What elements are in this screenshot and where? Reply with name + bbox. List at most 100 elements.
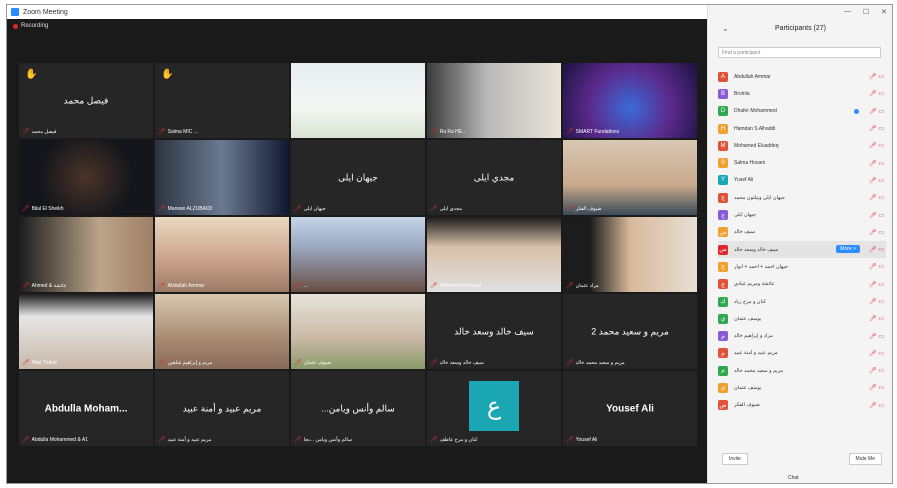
- video-tile[interactable]: مريم عبيد و أمنة عبيد 🎤︎ مريم عبيد و أمنة …: [155, 371, 289, 446]
- minimize-icon[interactable]: —: [844, 8, 851, 16]
- participant-row[interactable]: ض ضيوف الفكر 🎤︎ ▭: [718, 397, 886, 414]
- muted-mic-icon[interactable]: 🎤︎ ▭: [862, 263, 884, 270]
- muted-mic-icon[interactable]: 🎤︎ ▭: [862, 108, 884, 115]
- muted-mic-icon[interactable]: 🎤︎ ▭: [862, 142, 884, 149]
- tile-name-text: Salma MIC ...: [167, 128, 198, 135]
- participant-video: [19, 217, 153, 292]
- video-tile[interactable]: 🎤︎ Hilal Trubisi: [19, 294, 153, 369]
- more-button[interactable]: More >: [836, 244, 860, 253]
- raised-hand-icon: ✋: [25, 69, 38, 80]
- muted-mic-icon[interactable]: 🎤︎ ▭: [862, 90, 884, 97]
- participant-row[interactable]: ج جيهان ايلى وبيلتون محمد 🎤︎ ▭: [718, 189, 886, 206]
- muted-mic-icon[interactable]: 🎤︎ ▭: [862, 73, 884, 80]
- participant-video: [563, 140, 697, 215]
- video-tile[interactable]: ✋ 🎤︎ Salma MIC ...: [155, 63, 289, 138]
- video-tile[interactable]: Yousef Ali 🎤︎ Yousef Ali: [563, 371, 697, 446]
- search-input[interactable]: Find a participant: [718, 47, 881, 58]
- window-title: Zoom Meeting: [23, 8, 68, 16]
- video-tile[interactable]: ع 🎤︎ كنان و مرح عاطف: [427, 371, 561, 446]
- mute-me-button[interactable]: Mute Me: [848, 453, 882, 465]
- video-tile[interactable]: 🎤︎ Ra Ra HE...: [427, 63, 561, 138]
- chat-button[interactable]: Chat: [788, 475, 799, 481]
- participant-video: [19, 140, 153, 215]
- video-tile[interactable]: 🎤︎ Ahmed & عائشة: [19, 217, 153, 292]
- recording-indicator[interactable]: Recording: [13, 23, 48, 29]
- participant-row[interactable]: م مريم عبيد و أمنة عبيد 🎤︎ ▭: [718, 345, 886, 362]
- avatar: H: [718, 123, 728, 134]
- muted-mic-icon[interactable]: 🎤︎ ▭: [862, 246, 884, 253]
- muted-mic-icon[interactable]: 🎤︎ ▭: [862, 281, 884, 288]
- video-gallery: ✋ فيصل محمد 🎤︎ فيصل محمد ✋ 🎤︎ Salma MIC ... 🎤︎ R…: [19, 63, 697, 446]
- tile-name-label: 🎤︎ مريم و سعيد محمد خالد: [566, 359, 625, 367]
- video-tile[interactable]: 🎤︎ Abdullah Ammar: [155, 217, 289, 292]
- video-tile[interactable]: 🎤︎ مريم و إبراهيم شاهين: [155, 294, 289, 369]
- muted-mic-icon: 🎤︎: [566, 360, 574, 366]
- invite-button[interactable]: Invite: [722, 453, 748, 465]
- participant-row[interactable]: Y Yusef Ali 🎤︎ ▭: [718, 172, 886, 189]
- video-tile[interactable]: مريم و سعيد محمد 2 🎤︎ مريم و سعيد محمد خال…: [563, 294, 697, 369]
- video-tile[interactable]: 🎤︎ Marwan ALZUBAIDI: [155, 140, 289, 215]
- muted-mic-icon[interactable]: 🎤︎ ▭: [862, 177, 884, 184]
- muted-mic-icon[interactable]: 🎤︎ ▭: [862, 229, 884, 236]
- participant-row[interactable]: M Mohamed Elsaddeq 🎤︎ ▭: [718, 137, 886, 154]
- participant-row[interactable]: م مريم و سعيد محمد خالد 🎤︎ ▭: [718, 362, 886, 379]
- video-tile[interactable]: 🎤︎ Bilal El Sheikh: [19, 140, 153, 215]
- participant-row[interactable]: ي يوسف عثمان 🎤︎ ▭: [718, 310, 886, 327]
- tile-name-text: كنان و مرح عاطف: [439, 436, 478, 443]
- muted-mic-icon[interactable]: 🎤︎ ▭: [862, 402, 884, 409]
- muted-mic-icon[interactable]: 🎤︎ ▭: [862, 160, 884, 167]
- participant-row[interactable]: D Dhafer Mohammed 🎤︎ ▭: [718, 103, 886, 120]
- participant-name: جيهان ايلى وبيلتون محمد: [734, 194, 786, 201]
- participant-name: سيف خالد: [734, 229, 756, 236]
- tile-name-label: 🎤︎ Salma MIC ...: [158, 128, 198, 136]
- video-tile[interactable]: مجدي ايلى 🎤︎ مجدي ايلى: [427, 140, 561, 215]
- video-tile[interactable]: 🎤︎ SMART Fundations: [563, 63, 697, 138]
- tile-name-label: 🎤︎ Abdullah Ammar: [158, 282, 205, 290]
- tile-name-text: ضيوف الفكر: [575, 205, 602, 212]
- video-tile[interactable]: Abdulla Moham... 🎤︎ Abdulla Mohammed & A1: [19, 371, 153, 446]
- video-tile[interactable]: جيهان ايلى 🎤︎ جيهان ايلى: [291, 140, 425, 215]
- tile-name-label: 🎤︎ Abdulla Mohammed & A1: [22, 436, 88, 444]
- tile-name-text: Ahmed & عائشة: [31, 282, 67, 289]
- muted-mic-icon[interactable]: 🎤︎ ▭: [862, 194, 884, 201]
- participant-row[interactable]: س سيف خالد 🎤︎ ▭: [718, 224, 886, 241]
- participant-row[interactable]: ج جيهان احمد + احمد + انوار 🎤︎ ▭: [718, 258, 886, 275]
- participant-row[interactable]: ع عائشة ومريم عيادي 🎤︎ ▭: [718, 276, 886, 293]
- participant-row[interactable]: H Hamdan S Alhaddi 🎤︎ ▭: [718, 120, 886, 137]
- video-tile[interactable]: [291, 63, 425, 138]
- muted-mic-icon[interactable]: 🎤︎ ▭: [862, 315, 884, 322]
- participant-row[interactable]: ي يوسف عثمان 🎤︎ ▭: [718, 379, 886, 396]
- participant-list: A Abdullah Ammar 🎤︎ ▭ B Brolnla 🎤︎ ▭ D Dhafer M…: [718, 68, 886, 414]
- muted-mic-icon[interactable]: 🎤︎ ▭: [862, 367, 884, 374]
- participant-row[interactable]: ج جيهان ايلى 🎤︎ ▭: [718, 206, 886, 223]
- muted-mic-icon[interactable]: 🎤︎ ▭: [862, 333, 884, 340]
- video-tile[interactable]: ✋ فيصل محمد 🎤︎ فيصل محمد: [19, 63, 153, 138]
- participant-row[interactable]: A Abdullah Ammar 🎤︎ ▭: [718, 68, 886, 85]
- tile-name-text: Abdullah Ammar: [167, 282, 205, 289]
- maximize-icon[interactable]: ☐: [863, 8, 869, 16]
- participant-row[interactable]: ك كنان و مرح زياد 🎤︎ ▭: [718, 293, 886, 310]
- panel-footer: Invite Mute Me: [722, 453, 882, 465]
- participant-row[interactable]: B Brolnla 🎤︎ ▭: [718, 85, 886, 102]
- participant-display-name: مجدي ايلى: [473, 172, 515, 182]
- video-tile[interactable]: 🎤︎ ضيوف الفكر: [563, 140, 697, 215]
- participant-row[interactable]: س سيف خالد وسعد خالد More > 🎤︎ ▭: [718, 240, 886, 259]
- participant-display-name: Yousef Ali: [606, 403, 654, 414]
- muted-mic-icon[interactable]: 🎤︎ ▭: [862, 298, 884, 305]
- close-icon[interactable]: ✕: [881, 8, 887, 16]
- participant-name: Abdullah Ammar: [734, 73, 771, 80]
- muted-mic-icon[interactable]: 🎤︎ ▭: [862, 125, 884, 132]
- video-tile[interactable]: 🎤︎ مراد عثمان: [563, 217, 697, 292]
- muted-mic-icon[interactable]: 🎤︎ ▭: [862, 350, 884, 357]
- muted-mic-icon[interactable]: 🎤︎ ▭: [862, 212, 884, 219]
- participant-display-name: Abdulla Moham...: [44, 403, 128, 414]
- video-tile[interactable]: 🎤︎ Mohamed Elsayed: [427, 217, 561, 292]
- video-tile[interactable]: ...سالم وأنس ويامن 🎤︎ سالم وأنس ويامن ...ن…: [291, 371, 425, 446]
- muted-mic-icon[interactable]: 🎤︎ ▭: [862, 384, 884, 391]
- video-tile[interactable]: 🎤︎ ضيوف عثمان: [291, 294, 425, 369]
- participant-video: [427, 217, 561, 292]
- video-tile[interactable]: 🎤︎...: [291, 217, 425, 292]
- video-tile[interactable]: سيف خالد وسعد خالد 🎤︎ سيف خالد وسعد خالد: [427, 294, 561, 369]
- participant-row[interactable]: S Salma Hosam 🎤︎ ▭: [718, 154, 886, 171]
- participant-row[interactable]: م مراد و إبراهيم خالد 🎤︎ ▭: [718, 327, 886, 344]
